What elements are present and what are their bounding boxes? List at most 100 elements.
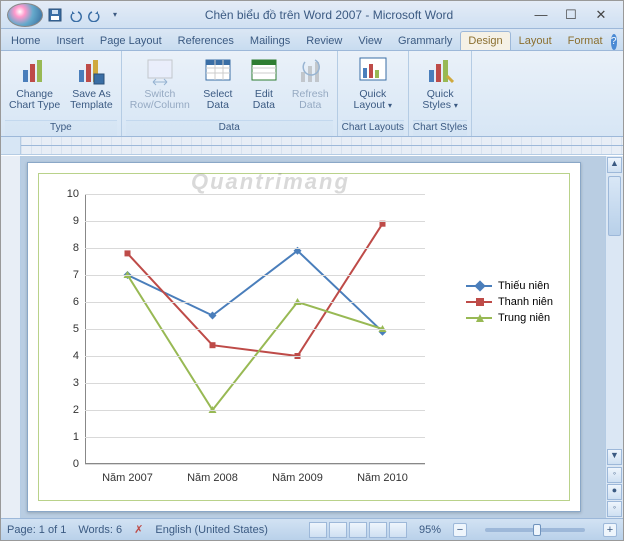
tab-home[interactable]: Home — [3, 31, 48, 50]
grid-line — [85, 464, 425, 465]
close-button[interactable]: ✕ — [595, 9, 607, 21]
save-template-label: Save As Template — [70, 89, 113, 111]
refresh-data-button[interactable]: Refresh Data — [288, 53, 333, 113]
tab-references[interactable]: References — [170, 31, 242, 50]
chart-plot-area: 012345678910Năm 2007Năm 2008Năm 2009Năm … — [47, 186, 561, 492]
tab-layout[interactable]: Layout — [511, 31, 560, 50]
horizontal-ruler[interactable] — [1, 137, 623, 155]
tab-format[interactable]: Format — [560, 31, 611, 50]
legend-marker-icon — [466, 317, 492, 319]
grid-line — [85, 302, 425, 303]
save-as-template-button[interactable]: Save As Template — [66, 53, 117, 113]
y-tick-label: 1 — [73, 431, 79, 443]
browse-object-button[interactable]: ● — [607, 484, 622, 500]
y-tick-label: 9 — [73, 215, 79, 227]
quick-layout-label: Quick Layout ▾ — [354, 89, 392, 111]
minimize-button[interactable]: — — [535, 9, 547, 21]
y-tick-label: 6 — [73, 296, 79, 308]
window-controls: — ☐ ✕ — [535, 9, 617, 21]
scroll-down-button[interactable]: ▼ — [607, 449, 622, 465]
y-tick-label: 0 — [73, 458, 79, 470]
quick-styles-label: Quick Styles ▾ — [422, 89, 458, 111]
document-area: 012345678910Năm 2007Năm 2008Năm 2009Năm … — [1, 156, 623, 518]
legend-label: Thanh niên — [498, 296, 553, 308]
change-chart-label: Change Chart Type — [9, 89, 60, 111]
refresh-icon — [294, 55, 326, 87]
switch-row-column-button[interactable]: Switch Row/Column — [126, 53, 194, 113]
switch-label: Switch Row/Column — [130, 89, 190, 111]
save-icon[interactable] — [47, 7, 63, 23]
tab-mailings[interactable]: Mailings — [242, 31, 298, 50]
x-tick-label: Năm 2009 — [272, 472, 323, 484]
view-print-layout[interactable] — [309, 522, 327, 538]
office-button[interactable] — [7, 3, 43, 27]
undo-icon[interactable] — [67, 7, 83, 23]
status-page[interactable]: Page: 1 of 1 — [7, 524, 66, 536]
vertical-ruler[interactable] — [1, 156, 21, 518]
proofing-icon[interactable]: ✗ — [134, 523, 143, 536]
maximize-button[interactable]: ☐ — [565, 9, 577, 21]
y-tick-label: 10 — [67, 188, 79, 200]
view-full-screen[interactable] — [329, 522, 347, 538]
window-title: Chèn biểu đồ trên Word 2007 - Microsoft … — [123, 8, 535, 22]
scroll-thumb[interactable] — [608, 176, 621, 236]
ribbon: Change Chart Type Save As Template Type … — [1, 51, 623, 137]
select-data-button[interactable]: Select Data — [196, 53, 240, 113]
tab-insert[interactable]: Insert — [48, 31, 92, 50]
save-template-icon — [75, 55, 107, 87]
tab-review[interactable]: Review — [298, 31, 350, 50]
y-tick-label: 7 — [73, 269, 79, 281]
zoom-thumb[interactable] — [533, 524, 541, 536]
y-tick-label: 5 — [73, 323, 79, 335]
tab-design[interactable]: Design — [460, 31, 510, 50]
status-language[interactable]: English (United States) — [155, 524, 268, 536]
zoom-level[interactable]: 95% — [419, 524, 441, 536]
grid-line — [85, 356, 425, 357]
prev-page-button[interactable]: ◦ — [607, 467, 622, 483]
chart-legend: Thiếu niênThanh niênTrung niên — [466, 276, 553, 328]
status-words[interactable]: Words: 6 — [78, 524, 122, 536]
zoom-in-button[interactable]: + — [603, 523, 617, 537]
edit-data-button[interactable]: Edit Data — [242, 53, 286, 113]
select-data-label: Select Data — [203, 89, 232, 111]
scroll-up-button[interactable]: ▲ — [607, 157, 622, 173]
edit-data-icon — [248, 55, 280, 87]
grid-line — [85, 221, 425, 222]
quick-layout-button[interactable]: Quick Layout ▾ — [350, 53, 396, 113]
tab-page-layout[interactable]: Page Layout — [92, 31, 170, 50]
redo-icon[interactable] — [87, 7, 103, 23]
help-button[interactable]: ? — [611, 34, 617, 50]
view-web-layout[interactable] — [349, 522, 367, 538]
view-draft[interactable] — [389, 522, 407, 538]
next-page-button[interactable]: ◦ — [607, 501, 622, 517]
y-tick-label: 3 — [73, 377, 79, 389]
chart-object[interactable]: 012345678910Năm 2007Năm 2008Năm 2009Năm … — [38, 173, 570, 501]
legend-label: Trung niên — [498, 312, 550, 324]
vertical-scrollbar[interactable]: ▲ ▼ ◦ ● ◦ — [605, 156, 623, 518]
grid-line — [85, 329, 425, 330]
grid-line — [85, 383, 425, 384]
tab-grammarly[interactable]: Grammarly — [390, 31, 460, 50]
change-chart-type-button[interactable]: Change Chart Type — [5, 53, 64, 113]
grid-line — [85, 248, 425, 249]
x-tick-label: Năm 2010 — [357, 472, 408, 484]
quick-layout-icon — [357, 55, 389, 87]
zoom-out-button[interactable]: − — [453, 523, 467, 537]
view-outline[interactable] — [369, 522, 387, 538]
grid-line — [85, 194, 425, 195]
chart-type-icon — [19, 55, 51, 87]
x-tick-label: Năm 2008 — [187, 472, 238, 484]
group-type-label: Type — [5, 120, 117, 136]
y-tick-label: 2 — [73, 404, 79, 416]
legend-marker-icon — [466, 285, 492, 287]
quick-styles-button[interactable]: Quick Styles ▾ — [418, 53, 462, 113]
quick-access-toolbar: ▾ — [47, 7, 123, 23]
tab-view[interactable]: View — [350, 31, 390, 50]
zoom-slider[interactable] — [485, 528, 585, 532]
qat-dropdown-icon[interactable]: ▾ — [107, 7, 123, 23]
group-data: Switch Row/Column Select Data Edit Data … — [122, 51, 338, 136]
ruler-corner — [1, 137, 21, 154]
x-tick-label: Năm 2007 — [102, 472, 153, 484]
grid-line — [85, 275, 425, 276]
document-page[interactable]: 012345678910Năm 2007Năm 2008Năm 2009Năm … — [27, 162, 581, 512]
